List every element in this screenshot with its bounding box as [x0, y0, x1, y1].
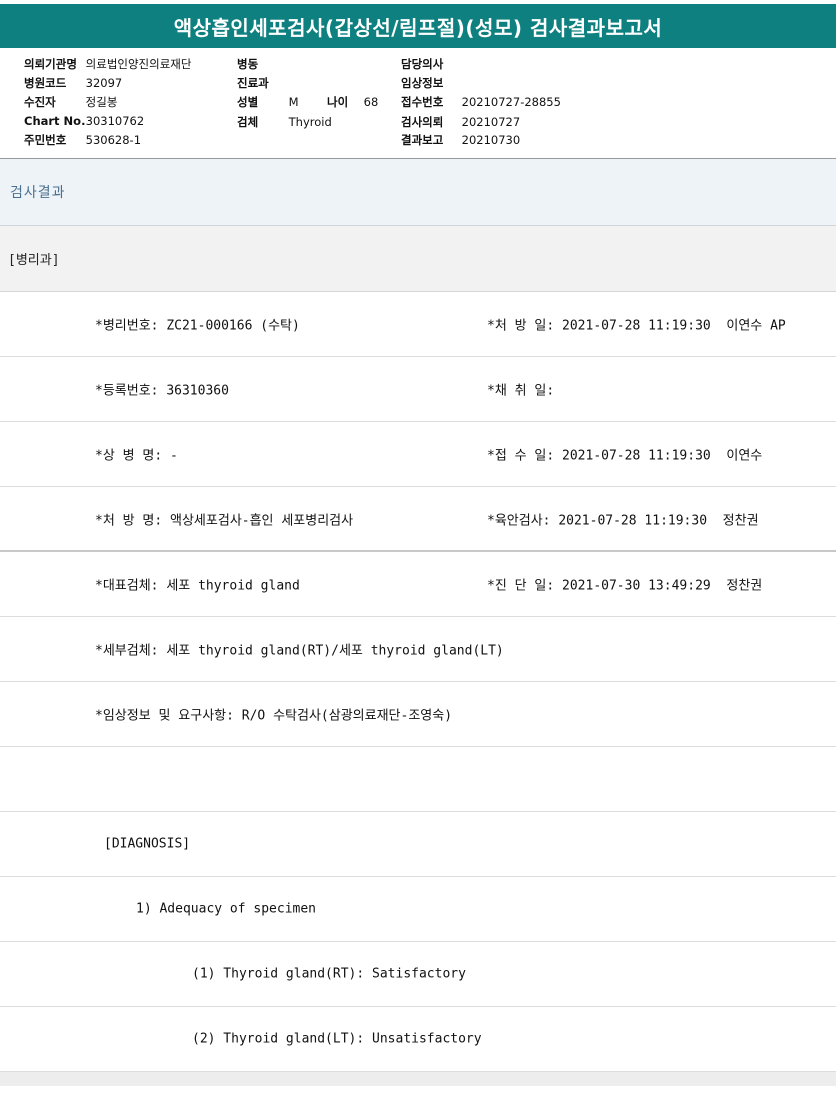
row-right-text: *접 수 일: 2021-07-28 11:19:30 이연수 [487, 448, 763, 464]
info-label: 성별 [237, 95, 259, 109]
row-left-text: *등록번호: 36310360 [95, 383, 229, 399]
info-label: 접수번호 [401, 95, 444, 109]
row-left-text: *대표검체: 세포 thyroid gland [95, 578, 300, 594]
info-value: 정길봉 [85, 95, 118, 109]
info-value: M [288, 95, 299, 109]
info-label: 나이 [327, 95, 349, 109]
info-label: 병동 [237, 57, 259, 71]
info-receipt-number: 접수번호 20210727-28855 [401, 94, 561, 110]
bottom-strip [0, 1072, 836, 1086]
info-label: 결과보고 [401, 133, 444, 147]
result-row-pathology-number: *병리번호: ZC21-000166 (수탁) *처 방 일: 2021-07-… [0, 292, 836, 357]
info-ward: 병동 [237, 56, 258, 72]
result-row-order-name: *처 방 명: 액상세포검사-흡인 세포병리검사 *육안검사: 2021-07-… [0, 487, 836, 552]
info-sex: 성별 M [237, 94, 299, 110]
section-title-results: 검사결과 [0, 159, 836, 226]
info-label: 임상정보 [401, 76, 444, 90]
info-value: 68 [363, 95, 379, 109]
result-row-clinical-request: *임상정보 및 요구사항: R/O 수탁검사(삼광의료재단-조영숙) [0, 682, 836, 747]
info-resident-number: 주민번호 530628-1 [24, 132, 141, 148]
info-value: 530628-1 [85, 133, 142, 147]
row-left-text: *처 방 명: 액상세포검사-흡인 세포병리검사 [95, 513, 354, 528]
info-test-request-date: 검사의뢰 20210727 [401, 114, 520, 130]
info-result-report-date: 결과보고 20210730 [401, 132, 520, 148]
row-left-text: *임상정보 및 요구사항: R/O 수탁검사(삼광의료재단-조영숙) [95, 708, 453, 724]
info-value: 32097 [85, 76, 123, 90]
info-value: 의료법인양진의료재단 [85, 57, 192, 71]
info-specimen: 검체 Thyroid [237, 114, 332, 130]
info-hospital-code: 병원코드 32097 [24, 75, 122, 91]
row-right-text: *진 단 일: 2021-07-30 13:49:29 정찬권 [487, 578, 763, 594]
info-department: 진료과 [237, 75, 269, 91]
patient-info-panel: 의뢰기관명 의료법인양진의료재단 병원코드 32097 수진자 정길봉 Char… [0, 48, 836, 159]
row-right-text: *처 방 일: 2021-07-28 11:19:30 이연수 AP [487, 318, 786, 334]
info-value: Thyroid [288, 115, 332, 129]
row-left-text: [DIAGNOSIS] [104, 836, 191, 852]
info-age: 나이 68 [327, 94, 378, 110]
info-clinical-info: 임상정보 [401, 75, 462, 91]
result-row-adequacy: 1) Adequacy of specimen [0, 877, 836, 942]
result-row-diagnosis-heading: [DIAGNOSIS] [0, 812, 836, 877]
info-chart-no: Chart No. 30310762 [24, 114, 144, 128]
info-label: Chart No. [24, 114, 86, 128]
info-value: 20210730 [461, 133, 521, 147]
info-value: 20210727-28855 [461, 95, 561, 109]
info-patient-name: 수진자 정길봉 [24, 94, 117, 110]
result-row-thyroid-lt: (2) Thyroid gland(LT): Unsatisfactory [0, 1007, 836, 1072]
result-row-diagnosis-name: *상 병 명: - *접 수 일: 2021-07-28 11:19:30 이연… [0, 422, 836, 487]
info-label: 담당의사 [401, 57, 444, 71]
row-left-text: (1) Thyroid gland(RT): Satisfactory [192, 966, 466, 982]
info-label: 병원코드 [24, 76, 67, 90]
info-attending-doctor: 담당의사 [401, 56, 462, 72]
result-row-thyroid-rt: (1) Thyroid gland(RT): Satisfactory [0, 942, 836, 1007]
row-left-text: (2) Thyroid gland(LT): Unsatisfactory [192, 1031, 482, 1047]
row-right-text: *육안검사: 2021-07-28 11:19:30 정찬권 [487, 513, 759, 528]
row-right-text: *채 취 일: [487, 383, 555, 399]
info-label: 진료과 [237, 76, 269, 90]
result-row-registration-number: *등록번호: 36310360 *채 취 일: [0, 357, 836, 422]
info-value: 20210727 [461, 115, 521, 129]
info-label: 검체 [237, 115, 259, 129]
row-left-text: *상 병 명: - [95, 448, 178, 464]
info-label: 주민번호 [24, 133, 67, 147]
report-title: 액상흡인세포검사(갑상선/림프절)(성모) 검사결과보고서 [0, 4, 836, 48]
info-value: 30310762 [85, 114, 145, 128]
info-label: 수진자 [24, 95, 56, 109]
info-label: 검사의뢰 [401, 115, 444, 129]
info-label: 의뢰기관명 [24, 57, 77, 71]
result-row-detail-specimen: *세부검체: 세포 thyroid gland(RT)/세포 thyroid g… [0, 617, 836, 682]
info-requesting-institution: 의뢰기관명 의료법인양진의료재단 [24, 56, 191, 72]
result-row-representative-specimen: *대표검체: 세포 thyroid gland *진 단 일: 2021-07-… [0, 552, 836, 617]
row-left-text: *세부검체: 세포 thyroid gland(RT)/세포 thyroid g… [95, 643, 504, 659]
result-row-blank [0, 747, 836, 812]
row-left-text: 1) Adequacy of specimen [136, 901, 317, 917]
department-header: [병리과] [0, 226, 836, 292]
row-left-text: *병리번호: ZC21-000166 (수탁) [95, 318, 300, 334]
